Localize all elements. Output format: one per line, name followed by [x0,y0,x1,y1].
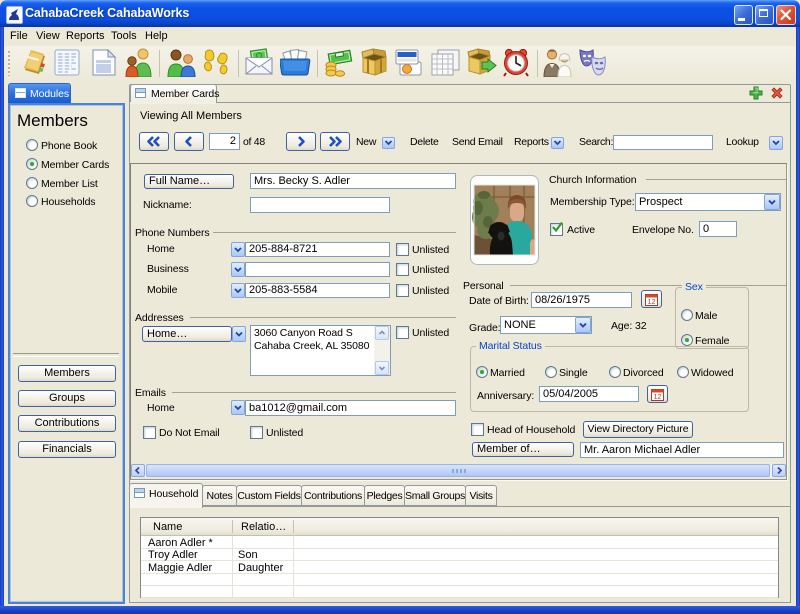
svg-text:12: 12 [654,394,662,401]
svg-text:12: 12 [648,299,656,306]
